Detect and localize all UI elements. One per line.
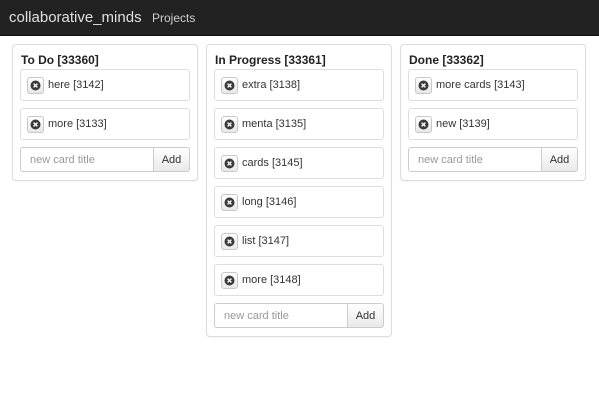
remove-card-button[interactable] <box>415 76 432 94</box>
circle-x-icon <box>224 236 235 246</box>
brand-link[interactable]: collaborative_minds <box>9 9 142 27</box>
nav-projects-link[interactable]: Projects <box>152 11 195 25</box>
add-card-button[interactable]: Add <box>541 147 578 172</box>
circle-x-icon <box>30 119 41 129</box>
card[interactable]: more [3133] <box>20 108 190 140</box>
circle-x-icon <box>224 275 235 285</box>
remove-card-button[interactable] <box>27 115 44 133</box>
add-card-form: Add <box>408 147 578 172</box>
add-card-button[interactable]: Add <box>347 303 384 328</box>
card-label: new [3139] <box>436 117 490 130</box>
card-list: more cards [3143] new [3139] <box>408 69 578 140</box>
card[interactable]: long [3146] <box>214 186 384 218</box>
remove-card-button[interactable] <box>221 76 238 94</box>
circle-x-icon <box>418 80 429 90</box>
card-label: long [3146] <box>242 195 297 208</box>
remove-card-button[interactable] <box>221 271 238 289</box>
card-label: extra [3138] <box>242 78 301 91</box>
circle-x-icon <box>224 197 235 207</box>
card-list: here [3142] more [3133] <box>20 69 190 140</box>
column-todo: To Do [33360] here [3142] more [3133] Ad… <box>12 44 198 181</box>
circle-x-icon <box>418 119 429 129</box>
remove-card-button[interactable] <box>221 115 238 133</box>
column-in-progress: In Progress [33361] extra [3138] menta [… <box>206 44 392 337</box>
remove-card-button[interactable] <box>27 76 44 94</box>
card[interactable]: more [3148] <box>214 264 384 296</box>
circle-x-icon <box>224 80 235 90</box>
column-title: Done [33362] <box>409 53 484 67</box>
card[interactable]: cards [3145] <box>214 147 384 179</box>
card[interactable]: new [3139] <box>408 108 578 140</box>
card[interactable]: menta [3135] <box>214 108 384 140</box>
new-card-title-input[interactable] <box>408 147 541 172</box>
card[interactable]: more cards [3143] <box>408 69 578 101</box>
card-label: cards [3145] <box>242 156 303 169</box>
remove-card-button[interactable] <box>221 193 238 211</box>
new-card-title-input[interactable] <box>214 303 347 328</box>
card[interactable]: extra [3138] <box>214 69 384 101</box>
card[interactable]: here [3142] <box>20 69 190 101</box>
new-card-title-input[interactable] <box>20 147 153 172</box>
card-label: more cards [3143] <box>436 78 525 91</box>
card-label: menta [3135] <box>242 117 307 130</box>
column-done: Done [33362] more cards [3143] new [3139… <box>400 44 586 181</box>
navbar: collaborative_minds Projects <box>0 0 599 36</box>
card-label: more [3133] <box>48 117 107 130</box>
remove-card-button[interactable] <box>221 154 238 172</box>
card-label: more [3148] <box>242 273 301 286</box>
circle-x-icon <box>30 80 41 90</box>
card[interactable]: list [3147] <box>214 225 384 257</box>
circle-x-icon <box>224 158 235 168</box>
add-card-button[interactable]: Add <box>153 147 190 172</box>
add-card-form: Add <box>214 303 384 328</box>
add-card-form: Add <box>20 147 190 172</box>
card-label: here [3142] <box>48 78 104 91</box>
column-title: In Progress [33361] <box>215 53 326 67</box>
remove-card-button[interactable] <box>415 115 432 133</box>
card-label: list [3147] <box>242 234 290 247</box>
remove-card-button[interactable] <box>221 232 238 250</box>
card-list: extra [3138] menta [3135] cards [3145] l… <box>214 69 384 296</box>
circle-x-icon <box>224 119 235 129</box>
column-title: To Do [33360] <box>21 53 99 67</box>
